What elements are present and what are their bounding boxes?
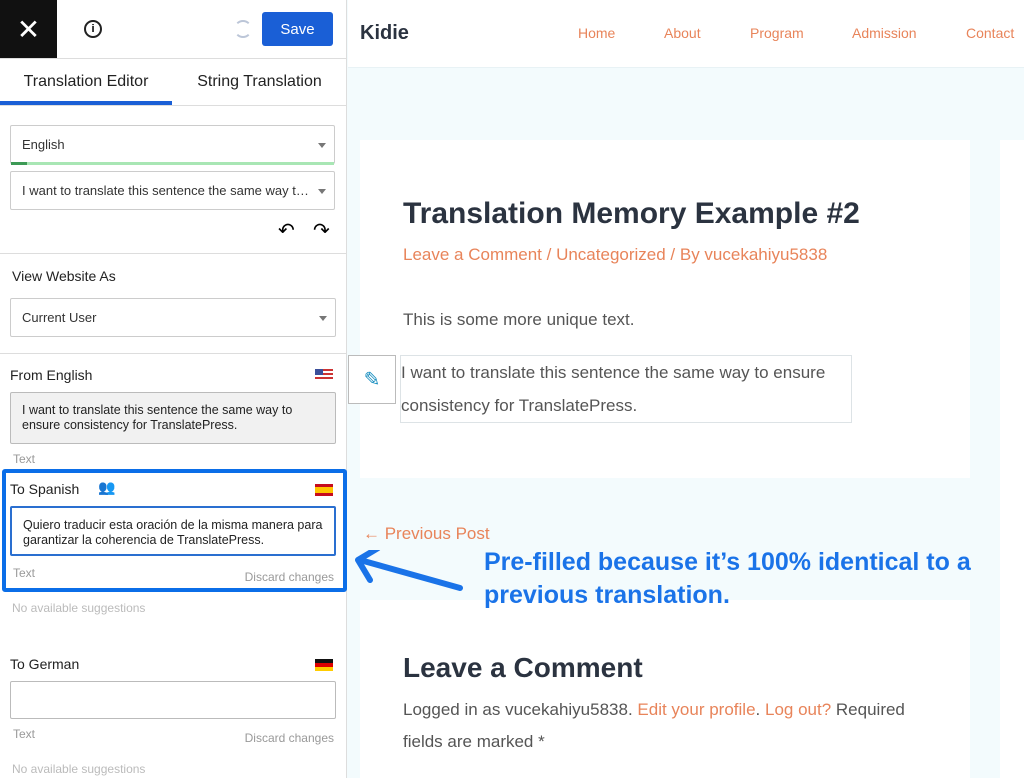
source-text: I want to translate this sentence the sa… — [10, 392, 336, 444]
divider — [0, 353, 347, 354]
spanish-type-label: Text — [13, 566, 36, 580]
translation-panel: ✕ i Save Translation Editor String Trans… — [0, 0, 347, 778]
logged-in-label: Logged in as vucekahiyu5838. — [403, 700, 638, 719]
view-as-select[interactable]: Current User — [10, 298, 336, 337]
logged-in-text: Logged in as vucekahiyu5838. Edit your p… — [403, 694, 943, 758]
annotation-text: Pre-filled because it’s 100% identical t… — [484, 548, 971, 609]
tab-translation-editor[interactable]: Translation Editor — [0, 58, 172, 105]
site-header: Kidie Home About Program Admission Conta… — [348, 0, 1024, 68]
info-icon[interactable]: i — [84, 20, 102, 38]
translatable-sentence[interactable]: I want to translate this sentence the sa… — [400, 355, 852, 423]
view-as-value: Current User — [22, 310, 97, 325]
close-button[interactable]: ✕ — [0, 0, 57, 58]
tab-string-translation[interactable]: String Translation — [172, 58, 347, 105]
nav-contact[interactable]: Contact — [966, 25, 1014, 41]
german-no-suggestions-text: No available suggestions — [12, 762, 146, 776]
view-as-label: View Website As — [12, 268, 116, 284]
save-button[interactable]: Save — [262, 12, 333, 46]
post-meta[interactable]: Leave a Comment / Uncategorized / By vuc… — [403, 245, 827, 265]
string-select-value: I want to translate this sentence the sa… — [22, 183, 310, 198]
separator: . — [755, 700, 765, 719]
german-translation-input[interactable] — [10, 681, 336, 719]
no-suggestions-text: No available suggestions — [12, 601, 146, 615]
source-type-label: Text — [13, 452, 36, 466]
post-title: Translation Memory Example #2 — [403, 197, 860, 230]
previous-post-link[interactable]: ← Previous Post — [363, 524, 490, 544]
spanish-translation-input[interactable]: Quiero traducir esta oración de la misma… — [10, 506, 336, 556]
nav-about[interactable]: About — [664, 25, 701, 41]
redo-icon[interactable]: ↷ — [313, 218, 330, 243]
language-select[interactable]: English — [10, 125, 335, 164]
spain-flag-icon — [315, 484, 333, 496]
divider — [0, 105, 347, 106]
users-icon[interactable]: 👥 — [98, 479, 115, 496]
divider — [0, 253, 347, 254]
loading-spinner-icon — [234, 20, 252, 38]
german-discard-changes-link[interactable]: Discard changes — [245, 731, 334, 745]
comment-title: Leave a Comment — [403, 652, 643, 683]
nav-program[interactable]: Program — [750, 25, 804, 41]
german-type-label: Text — [13, 727, 36, 741]
language-select-value: English — [22, 137, 65, 152]
undo-icon[interactable]: ↶ — [278, 218, 295, 243]
to-german-label: To German — [10, 656, 80, 672]
sidebar-card — [1000, 140, 1024, 778]
discard-changes-link[interactable]: Discard changes — [245, 570, 334, 584]
nav-admission[interactable]: Admission — [852, 25, 917, 41]
string-select[interactable]: I want to translate this sentence the sa… — [10, 171, 335, 210]
translation-progress-bar — [11, 162, 334, 165]
nav-home[interactable]: Home — [578, 25, 615, 41]
germany-flag-icon — [315, 659, 333, 671]
logout-link[interactable]: Log out? — [765, 700, 831, 719]
from-english-label: From English — [10, 367, 93, 383]
to-spanish-label: To Spanish — [10, 481, 80, 497]
edit-profile-link[interactable]: Edit your profile — [637, 700, 755, 719]
post-card — [360, 140, 970, 478]
annotation-arrow-icon — [355, 550, 463, 591]
post-paragraph: This is some more unique text. — [403, 310, 635, 329]
edit-pencil-icon[interactable]: ✎ — [348, 355, 396, 404]
site-logo[interactable]: Kidie — [360, 22, 409, 45]
us-flag-icon — [315, 369, 333, 381]
